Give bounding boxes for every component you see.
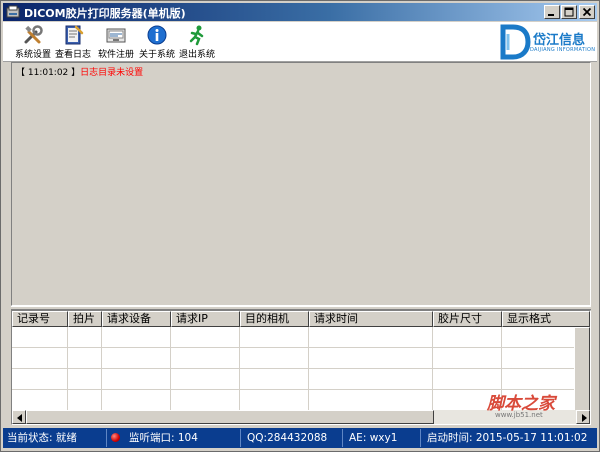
logo-subtitle: DAIJIANG INFORMATION xyxy=(530,47,596,53)
scroll-left-button[interactable] xyxy=(12,410,26,424)
log-message: 日志目录未设置 xyxy=(80,68,144,78)
about-label: 关于系统 xyxy=(138,50,175,60)
brand-logo: 岱江信息 DAIJIANG INFORMATION xyxy=(493,24,596,60)
close-icon xyxy=(582,7,592,17)
logo-d-icon xyxy=(500,24,531,60)
col-record-no[interactable]: 记录号 xyxy=(12,311,68,327)
listening-indicator-icon xyxy=(111,433,120,442)
status-start-time: 启动时间: 2015-05-17 11:01:02 xyxy=(427,432,588,444)
log-book-icon xyxy=(65,25,84,45)
register-label: 软件注册 xyxy=(97,50,134,60)
status-port: 监听端口: 104 xyxy=(125,429,241,447)
col-display-format[interactable]: 显示格式 xyxy=(502,311,590,327)
settings-label: 系统设置 xyxy=(14,50,51,60)
maximize-icon xyxy=(564,7,574,17)
col-film-size[interactable]: 胶片尺寸 xyxy=(433,311,502,327)
status-ae: AE: wxy1 xyxy=(345,429,421,447)
table-row[interactable] xyxy=(12,327,582,348)
window-title: DICOM胶片打印服务器(单机版) xyxy=(24,7,186,20)
minimize-button[interactable] xyxy=(544,5,560,19)
toolbar: 系统设置 查看日志 软件注册 关于系统 退出系统 岱江信息 DAIJIANG I… xyxy=(3,22,597,62)
exit-running-man-icon xyxy=(189,25,204,46)
log-entry: 【 11:01:02 】日志目录未设置 xyxy=(16,65,143,78)
maximize-button[interactable] xyxy=(561,5,577,19)
status-bar: 当前状态: 就绪 监听端口: 104 QQ:284432088 AE: wxy1… xyxy=(3,428,597,448)
table-row[interactable] xyxy=(12,348,582,369)
register-button[interactable]: 软件注册 xyxy=(95,24,137,60)
col-request-time[interactable]: 请求时间 xyxy=(309,311,433,327)
exit-label: 退出系统 xyxy=(178,50,215,60)
minimize-icon xyxy=(548,14,554,16)
view-log-label: 查看日志 xyxy=(54,50,91,60)
log-time: 【 11:01:02 】 xyxy=(16,68,81,78)
col-device[interactable]: 请求设备 xyxy=(102,311,171,327)
tools-icon xyxy=(24,25,43,44)
view-log-button[interactable]: 查看日志 xyxy=(53,24,93,60)
exit-button[interactable]: 退出系统 xyxy=(177,24,217,60)
logo-name: 岱江信息 xyxy=(533,33,586,48)
register-icon xyxy=(106,28,126,43)
log-pane[interactable]: 【 11:01:02 】日志目录未设置 xyxy=(11,62,591,306)
status-qq: QQ:284432088 xyxy=(243,429,343,447)
info-icon xyxy=(147,25,167,45)
title-bar[interactable]: DICOM胶片打印服务器(单机版) xyxy=(3,3,597,21)
about-button[interactable]: 关于系统 xyxy=(137,24,177,60)
col-ip[interactable]: 请求IP xyxy=(171,311,240,327)
col-camera[interactable]: 目的相机 xyxy=(240,311,309,327)
col-film[interactable]: 拍片 xyxy=(68,311,102,327)
table-row[interactable] xyxy=(12,369,582,390)
site-watermark: 脚本之家 www.jb51.net xyxy=(479,389,589,425)
close-button[interactable] xyxy=(579,5,595,19)
app-icon xyxy=(6,5,20,18)
arrow-left-icon xyxy=(17,414,22,422)
grid-header: 记录号 拍片 请求设备 请求IP 目的相机 请求时间 胶片尺寸 显示格式 xyxy=(12,311,590,327)
watermark-url: www.jb51.net xyxy=(495,411,543,419)
settings-button[interactable]: 系统设置 xyxy=(13,24,53,60)
status-state: 当前状态: 就绪 xyxy=(3,429,107,447)
horizontal-scroll-thumb[interactable] xyxy=(26,410,434,424)
app-window: DICOM胶片打印服务器(单机版) 系统设置 查看日志 软件注册 关于系统 退出… xyxy=(0,0,600,452)
